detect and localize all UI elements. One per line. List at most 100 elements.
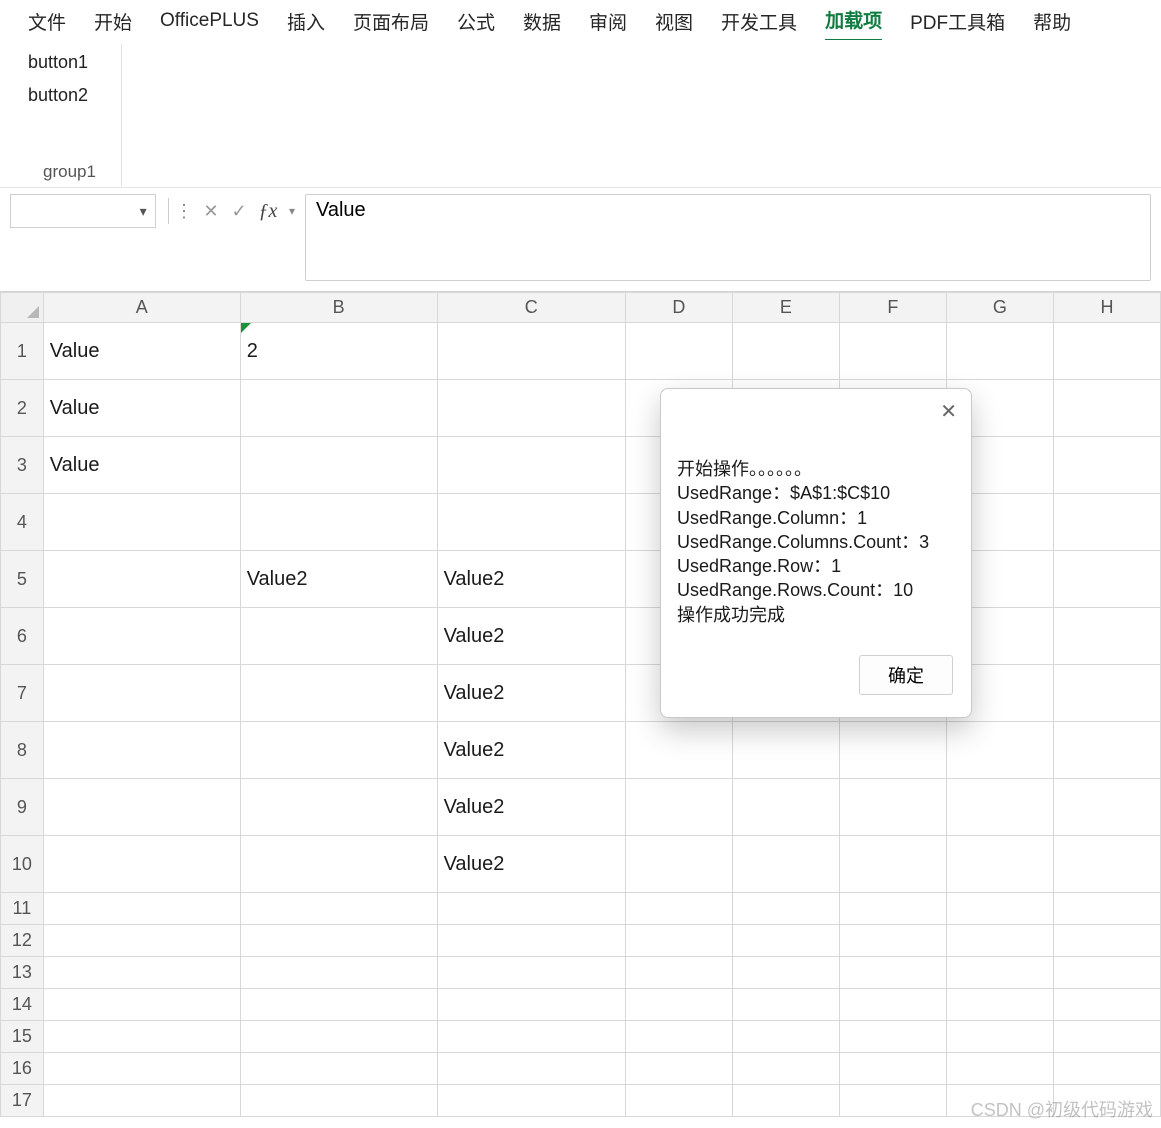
ribbon-tab-1[interactable]: 开始 — [94, 8, 132, 41]
cell[interactable]: Value2 — [437, 665, 625, 722]
cell[interactable] — [839, 957, 946, 989]
name-box-input[interactable] — [19, 201, 135, 221]
cell[interactable] — [625, 925, 732, 957]
cell[interactable] — [43, 925, 240, 957]
column-header[interactable]: D — [625, 293, 732, 323]
cell[interactable] — [839, 836, 946, 893]
cell[interactable] — [1053, 437, 1160, 494]
cell[interactable] — [1053, 893, 1160, 925]
row-header[interactable]: 17 — [1, 1085, 44, 1117]
cell[interactable] — [946, 323, 1053, 380]
cell[interactable] — [1053, 1053, 1160, 1085]
cell[interactable] — [1053, 494, 1160, 551]
cell[interactable] — [43, 494, 240, 551]
cell[interactable] — [43, 989, 240, 1021]
cell[interactable] — [437, 494, 625, 551]
cell[interactable] — [240, 957, 437, 989]
ribbon-tab-12[interactable]: 帮助 — [1033, 8, 1071, 41]
cell[interactable] — [625, 1021, 732, 1053]
row-header[interactable]: 5 — [1, 551, 44, 608]
cell[interactable] — [43, 551, 240, 608]
column-header[interactable]: E — [732, 293, 839, 323]
cell[interactable]: Value — [43, 323, 240, 380]
cell[interactable]: Value2 — [437, 779, 625, 836]
cell[interactable] — [43, 893, 240, 925]
cell[interactable] — [1053, 779, 1160, 836]
cell[interactable] — [946, 989, 1053, 1021]
cell[interactable] — [1053, 551, 1160, 608]
cell[interactable] — [839, 1085, 946, 1117]
cell[interactable] — [437, 989, 625, 1021]
cell[interactable] — [625, 1085, 732, 1117]
ribbon-tab-2[interactable]: OfficePLUS — [160, 10, 259, 38]
row-header[interactable]: 7 — [1, 665, 44, 722]
cell[interactable] — [732, 925, 839, 957]
cell[interactable] — [240, 893, 437, 925]
cell[interactable] — [1053, 957, 1160, 989]
column-header[interactable]: H — [1053, 293, 1160, 323]
cell[interactable] — [240, 925, 437, 957]
addin-button-1[interactable]: button1 — [28, 52, 88, 73]
cell[interactable] — [732, 1053, 839, 1085]
cell[interactable] — [437, 323, 625, 380]
cell[interactable] — [1053, 665, 1160, 722]
cancel-edit-icon[interactable]: ✕ — [197, 201, 225, 222]
cell[interactable] — [437, 893, 625, 925]
ribbon-tab-6[interactable]: 数据 — [523, 8, 561, 41]
cell[interactable] — [43, 665, 240, 722]
column-header[interactable]: F — [839, 293, 946, 323]
column-header[interactable]: G — [946, 293, 1053, 323]
cell[interactable] — [732, 1085, 839, 1117]
cell[interactable] — [437, 1021, 625, 1053]
cell[interactable] — [625, 722, 732, 779]
cell[interactable] — [946, 722, 1053, 779]
spreadsheet-grid[interactable]: ABCDEFGH 1Value22Value3Value45Value2Valu… — [0, 292, 1161, 1128]
formula-bar-input[interactable] — [316, 199, 1140, 276]
close-icon[interactable]: ✕ — [940, 399, 957, 424]
cell[interactable] — [240, 665, 437, 722]
cell[interactable] — [839, 989, 946, 1021]
cell[interactable] — [240, 608, 437, 665]
row-header[interactable]: 6 — [1, 608, 44, 665]
ribbon-tab-8[interactable]: 视图 — [655, 8, 693, 41]
cell[interactable]: Value2 — [437, 836, 625, 893]
row-header[interactable]: 13 — [1, 957, 44, 989]
cell[interactable] — [437, 380, 625, 437]
cell[interactable] — [839, 925, 946, 957]
cell[interactable] — [946, 957, 1053, 989]
cell[interactable] — [839, 1053, 946, 1085]
cell[interactable] — [946, 925, 1053, 957]
cell[interactable]: Value — [43, 437, 240, 494]
cell[interactable] — [732, 722, 839, 779]
cell[interactable] — [625, 1053, 732, 1085]
cell[interactable] — [946, 893, 1053, 925]
row-header[interactable]: 4 — [1, 494, 44, 551]
cell[interactable] — [240, 1053, 437, 1085]
cell[interactable]: Value — [43, 380, 240, 437]
ribbon-tab-3[interactable]: 插入 — [287, 8, 325, 41]
cell[interactable] — [240, 722, 437, 779]
cell[interactable] — [625, 989, 732, 1021]
cell[interactable] — [43, 1021, 240, 1053]
ribbon-tab-4[interactable]: 页面布局 — [353, 8, 429, 41]
cell[interactable] — [240, 380, 437, 437]
cell[interactable] — [839, 893, 946, 925]
row-header[interactable]: 1 — [1, 323, 44, 380]
cell[interactable] — [1053, 836, 1160, 893]
row-header[interactable]: 16 — [1, 1053, 44, 1085]
cell[interactable] — [1053, 989, 1160, 1021]
cell[interactable] — [43, 1085, 240, 1117]
addin-button-2[interactable]: button2 — [28, 85, 88, 106]
cell[interactable] — [946, 1021, 1053, 1053]
cell[interactable] — [732, 989, 839, 1021]
cell[interactable]: Value2 — [437, 551, 625, 608]
row-header[interactable]: 2 — [1, 380, 44, 437]
select-all-corner[interactable] — [1, 293, 44, 323]
cell[interactable] — [43, 1053, 240, 1085]
cell[interactable] — [43, 608, 240, 665]
cell[interactable] — [839, 722, 946, 779]
cell[interactable] — [437, 957, 625, 989]
ribbon-tab-10[interactable]: 加载项 — [825, 6, 882, 42]
cell[interactable] — [240, 437, 437, 494]
cell[interactable] — [625, 957, 732, 989]
